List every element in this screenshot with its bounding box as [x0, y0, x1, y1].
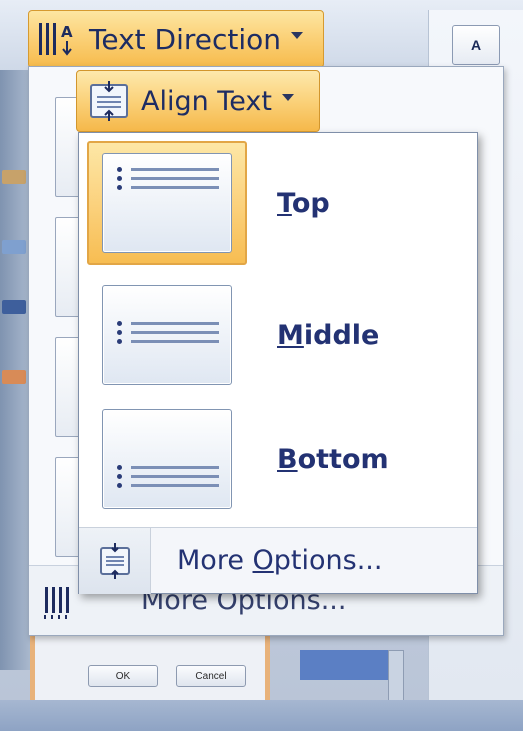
left-thumbnail-strip [0, 70, 30, 670]
cancel-button[interactable]: Cancel [176, 665, 246, 687]
text-direction-label: Text Direction [89, 22, 282, 56]
align-top-thumbnail-frame [87, 141, 247, 265]
align-text-icon [85, 79, 133, 123]
thumbnail-swatch [2, 170, 26, 184]
align-top-label: Top [277, 187, 330, 219]
thumbnail-swatch [2, 300, 26, 314]
text-direction-button[interactable]: A Text Direction [28, 10, 324, 68]
align-middle-label: Middle [277, 319, 380, 351]
align-text-small-icon [99, 542, 130, 579]
ok-button[interactable]: OK [88, 665, 158, 687]
align-middle-icon [102, 285, 232, 385]
status-bar [0, 700, 523, 731]
align-more-options-label: More Options... [177, 545, 383, 576]
align-more-options-icon-box [79, 527, 151, 594]
align-more-options[interactable]: More Options... [79, 527, 477, 594]
chevron-down-icon [281, 93, 294, 101]
align-text-menu: Top Middle Bottom More Options... [78, 132, 478, 594]
align-text-button[interactable]: Align Text [76, 70, 320, 132]
text-direction-icon: A [37, 19, 83, 59]
align-text-label: Align Text [141, 85, 272, 117]
text-preview-button[interactable]: A [452, 25, 500, 65]
align-bottom-thumbnail-frame [87, 397, 247, 521]
align-middle-thumbnail-frame [87, 273, 247, 397]
preview-glyph: A [470, 37, 482, 53]
align-bottom-label: Bottom [277, 443, 389, 475]
svg-text:A: A [61, 23, 73, 41]
align-top-icon [102, 153, 232, 253]
thumbnail-swatch [2, 370, 26, 384]
align-top-item[interactable]: Top [87, 141, 467, 265]
chevron-down-icon [291, 31, 304, 39]
align-middle-item[interactable]: Middle [87, 273, 467, 397]
align-bottom-icon [102, 409, 232, 509]
align-bottom-item[interactable]: Bottom [87, 397, 467, 521]
thumbnail-swatch [2, 240, 26, 254]
text-direction-small-icon [41, 581, 81, 621]
selection-highlight [300, 650, 390, 680]
